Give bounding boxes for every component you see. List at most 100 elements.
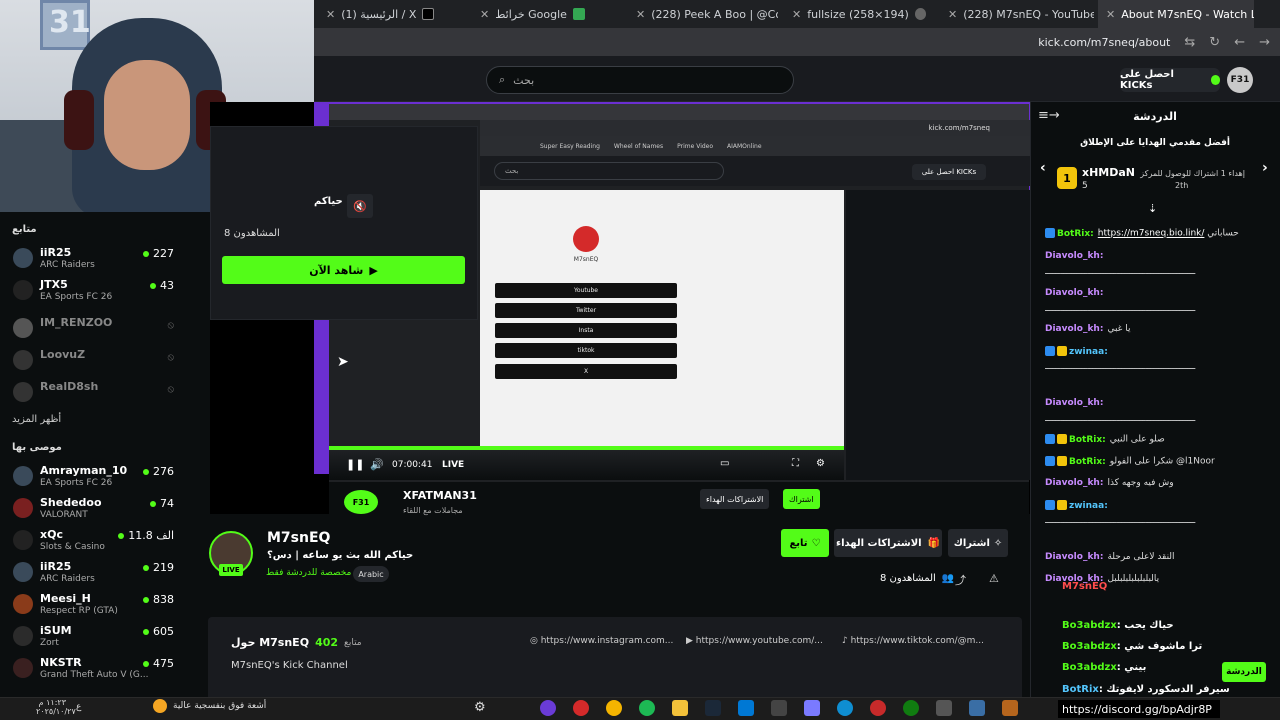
- chat-username[interactable]: Diavolo_kh:: [1045, 552, 1103, 562]
- theater-icon[interactable]: ▭: [720, 458, 729, 469]
- chevron-right-icon[interactable]: ›: [1262, 160, 1268, 176]
- sidebar-channel[interactable]: iiR25 ARC Raiders 219: [10, 558, 180, 588]
- mute-icon[interactable]: 🔇: [347, 194, 373, 218]
- chat-username[interactable]: zwinaa:: [1069, 501, 1108, 511]
- chat-username[interactable]: zwinaa:: [1069, 347, 1108, 357]
- browser-tab-active[interactable]: ✕ About M7snEQ - Watch Live on: [1098, 0, 1254, 28]
- live-badge: LIVE: [219, 564, 243, 576]
- offline-icon: ⦸: [167, 320, 174, 331]
- chevron-left-icon[interactable]: ‹: [1040, 160, 1046, 176]
- page-settings-icon[interactable]: ⇆: [1184, 35, 1195, 50]
- app-icon[interactable]: [573, 700, 589, 716]
- chat-username[interactable]: BotRix:: [1069, 457, 1106, 467]
- sidebar-channel[interactable]: LoovuZ ⦸: [10, 346, 180, 376]
- edge-icon[interactable]: [837, 700, 853, 716]
- watch-now-button[interactable]: شاهد الآن ▶: [222, 256, 465, 284]
- outlook-icon[interactable]: [738, 700, 754, 716]
- follow-button[interactable]: تابع ♡: [781, 529, 829, 557]
- chat-username[interactable]: Diavolo_kh:: [1045, 251, 1103, 261]
- browser-tab[interactable]: ✕ fullsize (258×194): [784, 0, 934, 28]
- input-language[interactable]: ع: [76, 702, 81, 712]
- folder-icon[interactable]: [672, 700, 688, 716]
- app-icon[interactable]: [1002, 700, 1018, 716]
- app-icon[interactable]: [969, 700, 985, 716]
- chat-username[interactable]: BotRix:: [1057, 229, 1094, 239]
- chat-send-button[interactable]: الدردشة: [1222, 662, 1266, 682]
- weather-widget[interactable]: أشعة فوق بنفسجية عالية: [153, 699, 266, 713]
- sidebar-channel[interactable]: Shededoo VALORANT 74: [10, 494, 180, 524]
- xbox-icon[interactable]: [903, 700, 919, 716]
- user-avatar[interactable]: F31: [1227, 67, 1253, 93]
- nested-bookmark: Prime Video: [677, 142, 714, 150]
- chat-username[interactable]: Diavolo_kh:: [1045, 288, 1103, 298]
- sidebar-channel[interactable]: NKSTR Grand Theft Auto V (G... 475: [10, 654, 180, 684]
- address-bar[interactable]: kick.com/m7sneq/about ⇆ ↻ ← →: [314, 28, 1280, 56]
- channel-name[interactable]: M7snEQ: [267, 530, 330, 546]
- close-icon[interactable]: ✕: [1106, 8, 1115, 21]
- chat-link[interactable]: https://m7sneq.bio.link/: [1098, 229, 1205, 239]
- language-tag[interactable]: Arabic: [353, 566, 389, 582]
- back-icon[interactable]: ←: [1234, 35, 1245, 50]
- close-icon[interactable]: ✕: [792, 8, 801, 21]
- top-gifter[interactable]: 1 xHMDaN 5 إهداء 1 اشتراك للوصول للمركز …: [1055, 165, 1255, 195]
- start-icon[interactable]: ⚙: [474, 700, 490, 716]
- close-icon[interactable]: ✕: [480, 8, 489, 21]
- app-icon[interactable]: [870, 700, 886, 716]
- overlay-username: Bo3abdzx: [1062, 662, 1117, 673]
- steam-icon[interactable]: [705, 700, 721, 716]
- tiktok-link[interactable]: ♪ https://www.tiktok.com/@m...: [842, 636, 984, 646]
- close-icon[interactable]: ✕: [326, 8, 335, 21]
- pin-icon[interactable]: ⇣: [1148, 202, 1157, 215]
- sidebar-channel[interactable]: Amrayman_10 EA Sports FC 26 276: [10, 462, 180, 492]
- stream-category[interactable]: مخصصة للدردشة فقط: [266, 568, 351, 578]
- app-icon[interactable]: [804, 700, 820, 716]
- close-icon[interactable]: ✕: [948, 8, 957, 21]
- url-text[interactable]: kick.com/m7sneq/about: [1038, 36, 1170, 49]
- chat-collapse-icon[interactable]: ≡→: [1038, 108, 1060, 123]
- youtube-link[interactable]: ▶ https://www.youtube.com/...: [686, 636, 823, 646]
- about-description: M7snEQ's Kick Channel: [231, 660, 348, 671]
- sidebar-channel[interactable]: iSUM Zort 605: [10, 622, 180, 652]
- sidebar-channel[interactable]: IM_RENZOO ⦸: [10, 314, 180, 344]
- pause-icon[interactable]: ❚❚: [346, 458, 364, 471]
- app-icon[interactable]: [936, 700, 952, 716]
- browser-tab[interactable]: ✕ (228) M7snEQ - YouTube: [940, 0, 1094, 28]
- chat-text: ــــــــــــــــــــــــــــــــــــــــ…: [1045, 414, 1196, 424]
- fullscreen-icon[interactable]: ⛶: [792, 458, 799, 469]
- subscribe-button[interactable]: اشتراك ✧: [948, 529, 1008, 557]
- sidebar-channel[interactable]: xQc Slots & Casino الف 11.8: [10, 526, 180, 556]
- show-more-link[interactable]: أظهر المزيد: [0, 414, 190, 425]
- chat-username[interactable]: Diavolo_kh:: [1045, 324, 1103, 334]
- browser-tab[interactable]: ✕ خرائط Google: [472, 0, 622, 28]
- mouse-cursor: ➤: [337, 354, 349, 370]
- gift-subs-button[interactable]: الاشتراكات الهداء 🎁: [834, 529, 942, 557]
- get-kicks-button[interactable]: احصل على KICKs: [1120, 68, 1220, 92]
- sidebar-channel[interactable]: iiR25 ARC Raiders 227: [10, 244, 180, 274]
- instagram-link[interactable]: ◎ https://www.instagram.com...: [530, 636, 673, 646]
- taskbar-clock[interactable]: ١١:٢٣ م ٢٠٢٥/١٠/٢٧: [36, 698, 76, 716]
- spotify-icon[interactable]: [639, 700, 655, 716]
- chat-username[interactable]: Diavolo_kh:: [1045, 478, 1103, 488]
- sidebar-channel[interactable]: JTX5 EA Sports FC 26 43: [10, 276, 180, 306]
- bot-badge-icon: [1045, 228, 1055, 238]
- browser-tab[interactable]: ✕ (228) Peek A Boo | @CoComelo: [628, 0, 778, 28]
- badge-icon: [1045, 500, 1055, 510]
- browser-tab[interactable]: ✕ (1) الرئيسية / X: [318, 0, 468, 28]
- share-icon[interactable]: ⤴: [955, 572, 966, 588]
- report-icon[interactable]: ⚠: [989, 572, 999, 585]
- chat-username[interactable]: Diavolo_kh:: [1045, 398, 1103, 408]
- nested-link-button: X: [495, 364, 677, 379]
- chrome-icon[interactable]: [606, 700, 622, 716]
- reload-icon[interactable]: ↻: [1209, 35, 1220, 50]
- forward-icon[interactable]: →: [1259, 35, 1270, 50]
- volume-icon[interactable]: 🔊: [370, 458, 384, 471]
- chat-message: Diavolo_kh:: [1045, 398, 1270, 408]
- store-icon[interactable]: [771, 700, 787, 716]
- chat-username[interactable]: BotRix:: [1069, 435, 1106, 445]
- sidebar-channel[interactable]: RealD8sh ⦸: [10, 378, 180, 408]
- close-icon[interactable]: ✕: [636, 8, 645, 21]
- app-icon[interactable]: [540, 700, 556, 716]
- sidebar-channel[interactable]: Meesi_H Respect RP (GTA) 838: [10, 590, 180, 620]
- search-input[interactable]: ⌕ بحث: [486, 66, 794, 94]
- settings-icon[interactable]: ⚙: [816, 458, 825, 469]
